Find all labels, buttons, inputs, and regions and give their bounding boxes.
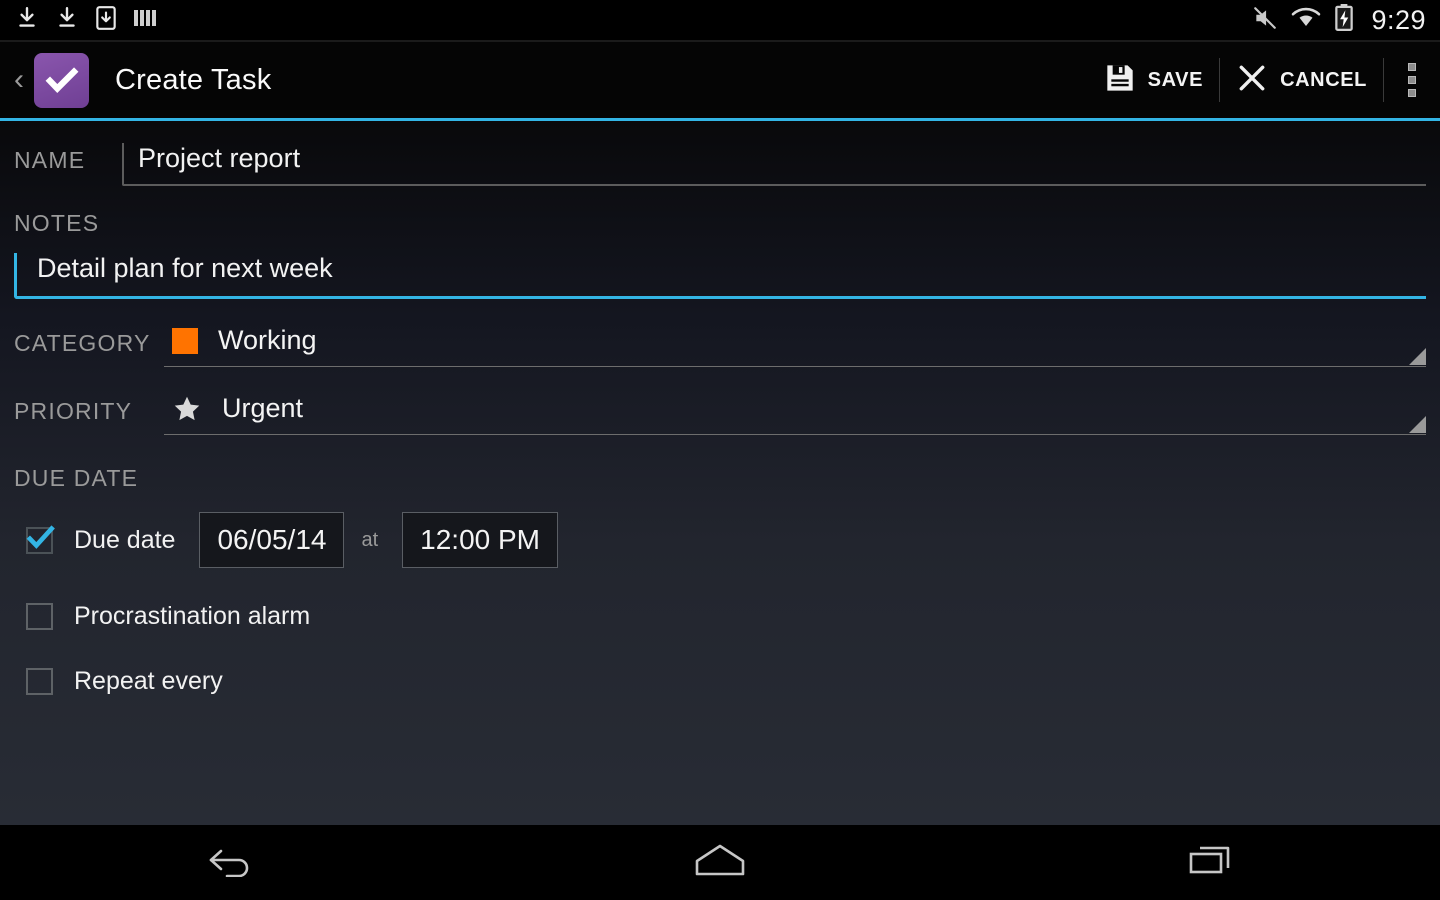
cancel-button-label: CANCEL [1280, 68, 1367, 91]
notes-label: NOTES [14, 210, 100, 236]
android-navigation-bar [0, 825, 1440, 900]
checkmark-app-icon[interactable] [34, 52, 89, 108]
due-date-checkbox-label: Due date [74, 525, 176, 554]
procrastination-alarm-label: Procrastination alarm [74, 602, 311, 630]
home-icon [693, 842, 747, 883]
overflow-menu-icon[interactable] [1384, 51, 1440, 109]
repeat-every-checkbox[interactable] [26, 668, 53, 695]
name-input-value: Project report [138, 143, 301, 173]
priority-value: Urgent [222, 393, 304, 423]
procrastination-alarm-row: Procrastination alarm [14, 602, 1426, 631]
due-date-value-button[interactable]: 06/05/14 [199, 512, 345, 568]
category-row: CATEGORY Working [14, 325, 1426, 367]
chevron-down-icon [1409, 416, 1426, 433]
back-icon [205, 843, 255, 882]
star-icon [172, 394, 202, 424]
columns-icon [132, 5, 158, 36]
page-title: Create Task [115, 63, 272, 96]
category-value: Working [218, 325, 317, 355]
name-row: NAME Project report [14, 121, 1426, 186]
mute-icon [1252, 5, 1278, 36]
category-spinner[interactable]: Working [164, 325, 1426, 367]
repeat-every-label: Repeat every [74, 667, 223, 695]
android-screen: 9:29 ‹ Create Task SAVE CANCEL NAME Proj… [0, 0, 1440, 900]
recents-icon [1187, 842, 1233, 883]
save-to-device-icon [94, 5, 118, 36]
cancel-button[interactable]: CANCEL [1220, 51, 1383, 109]
procrastination-alarm-checkbox[interactable] [26, 603, 53, 630]
chevron-down-icon [1409, 348, 1426, 365]
status-bar-notifications [14, 5, 158, 36]
download-icon [54, 5, 80, 36]
due-date-label: DUE DATE [14, 465, 139, 491]
up-navigation-button[interactable]: ‹ [6, 65, 32, 95]
wifi-icon [1291, 6, 1321, 35]
close-x-icon [1236, 62, 1268, 99]
priority-spinner[interactable]: Urgent [164, 393, 1426, 435]
priority-label: PRIORITY [14, 398, 133, 424]
color-swatch-icon [172, 327, 198, 354]
repeat-every-row: Repeat every [14, 667, 1426, 696]
priority-row: PRIORITY Urgent [14, 393, 1426, 435]
notes-input-value: Detail plan for next week [37, 253, 333, 283]
nav-recents-button[interactable] [1088, 825, 1333, 900]
at-separator-label: at [361, 528, 379, 551]
status-bar-clock: 9:29 [1371, 4, 1426, 35]
status-bar: 9:29 [0, 0, 1440, 40]
due-date-checkbox[interactable] [26, 524, 55, 554]
battery-charging-icon [1334, 4, 1354, 36]
name-input[interactable]: Project report [122, 143, 1426, 186]
floppy-disk-icon [1104, 62, 1136, 99]
nav-home-button[interactable] [598, 825, 843, 900]
create-task-form: NAME Project report NOTES Detail plan fo… [0, 121, 1440, 825]
notes-input[interactable]: Detail plan for next week [14, 253, 1426, 299]
save-button-label: SAVE [1147, 68, 1204, 91]
status-bar-system: 9:29 [1252, 4, 1426, 36]
category-label: CATEGORY [14, 330, 151, 356]
action-bar: ‹ Create Task SAVE CANCEL [0, 42, 1440, 118]
due-time-value-button[interactable]: 12:00 PM [402, 512, 559, 568]
save-button[interactable]: SAVE [1088, 51, 1219, 109]
nav-back-button[interactable] [108, 825, 353, 900]
download-icon [14, 5, 40, 36]
due-date-row: Due date 06/05/14 at 12:00 PM [14, 512, 1426, 568]
name-label: NAME [14, 147, 86, 173]
